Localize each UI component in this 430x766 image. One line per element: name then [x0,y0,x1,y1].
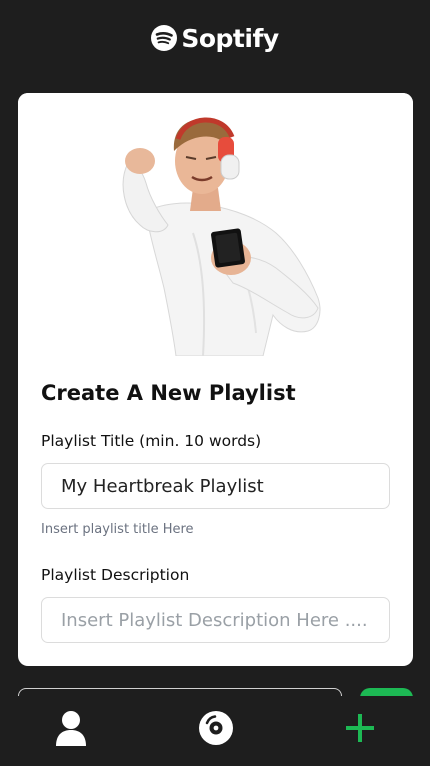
nav-discover-button[interactable] [196,710,236,750]
plus-icon [343,711,377,749]
user-icon [54,710,88,750]
nav-profile-button[interactable] [51,710,91,750]
playlist-title-label: Playlist Title (min. 10 words) [41,432,262,450]
spotify-logo-icon [151,25,178,51]
playlist-description-label: Playlist Description [41,566,190,584]
nav-add-button[interactable] [340,710,380,750]
brand-logo-wordmark: Soptify [151,23,279,53]
app-header: Soptify [0,0,430,76]
page-title: Create A New Playlist [41,381,296,405]
create-playlist-card: Create A New Playlist Playlist Title (mi… [18,93,413,666]
brand-name: Soptify [181,23,279,53]
playlist-title-helper: Insert playlist title Here [41,522,194,537]
playlist-description-input[interactable] [41,597,390,643]
disc-icon [197,709,235,751]
playlist-title-input[interactable] [41,463,390,509]
hero-image [18,93,413,356]
bottom-nav [0,696,430,766]
